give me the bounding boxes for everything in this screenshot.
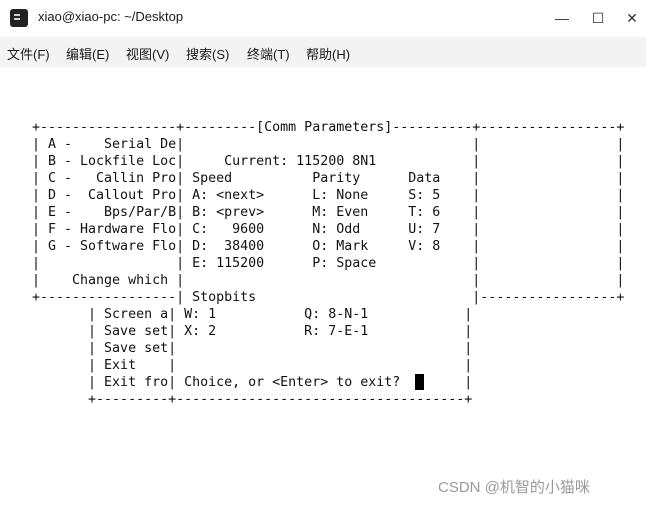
terminal-line: | F - Hardware Flo| C: 9600 N: Odd U: 7 …: [32, 222, 625, 237]
terminal-line: | A - Serial De| | |: [32, 137, 625, 152]
terminal-line: | Exit fro| Choice, or <Enter> to exit? …: [32, 375, 473, 390]
terminal-line: +-----------------+---------[Comm Parame…: [32, 120, 625, 135]
terminal-line: | B - Lockfile Loc| Current: 115200 8N1 …: [32, 154, 625, 169]
maximize-button[interactable]: ☐: [582, 0, 614, 36]
menu-bar: 文件(F) 编辑(E) 视图(V) 搜索(S) 终端(T) 帮助(H): [0, 37, 646, 67]
terminal-cursor: [415, 374, 424, 390]
terminal-line: | Screen a| W: 1 Q: 8-N-1 |: [32, 307, 473, 322]
minimize-button[interactable]: —: [546, 0, 578, 36]
menu-file[interactable]: 文件(F): [7, 44, 50, 63]
menu-view[interactable]: 视图(V): [126, 44, 169, 63]
title-bar: xiao@xiao-pc: ~/Desktop — ☐ ✕: [0, 0, 646, 36]
terminal-line: | Save set| X: 2 R: 7-E-1 |: [32, 324, 473, 339]
terminal-line: +-----------------| Stopbits |----------…: [32, 290, 625, 305]
close-button[interactable]: ✕: [616, 0, 646, 36]
menu-edit[interactable]: 编辑(E): [66, 44, 109, 63]
menu-help[interactable]: 帮助(H): [306, 44, 350, 63]
terminal-line: | Save set| |: [32, 341, 473, 356]
terminal-line: | E - Bps/Par/B| B: <prev> M: Even T: 6 …: [32, 205, 625, 220]
terminal-line: | Exit | |: [32, 358, 473, 373]
terminal-line: | Change which | | |: [32, 273, 625, 288]
terminal-line: +---------+-----------------------------…: [32, 392, 473, 407]
terminal-line: | | E: 115200 P: Space | |: [32, 256, 625, 271]
terminal-line: | D - Callout Pro| A: <next> L: None S: …: [32, 188, 625, 203]
menu-search[interactable]: 搜索(S): [186, 44, 229, 63]
terminal-line: | G - Software Flo| D: 38400 O: Mark V: …: [32, 239, 625, 254]
window-title: xiao@xiao-pc: ~/Desktop: [38, 9, 184, 24]
menu-terminal[interactable]: 终端(T): [247, 44, 290, 63]
terminal-app-icon: [10, 9, 28, 27]
terminal-line: | C - Callin Pro| Speed Parity Data | |: [32, 171, 625, 186]
watermark: CSDN @机智的小猫咪: [438, 479, 590, 496]
